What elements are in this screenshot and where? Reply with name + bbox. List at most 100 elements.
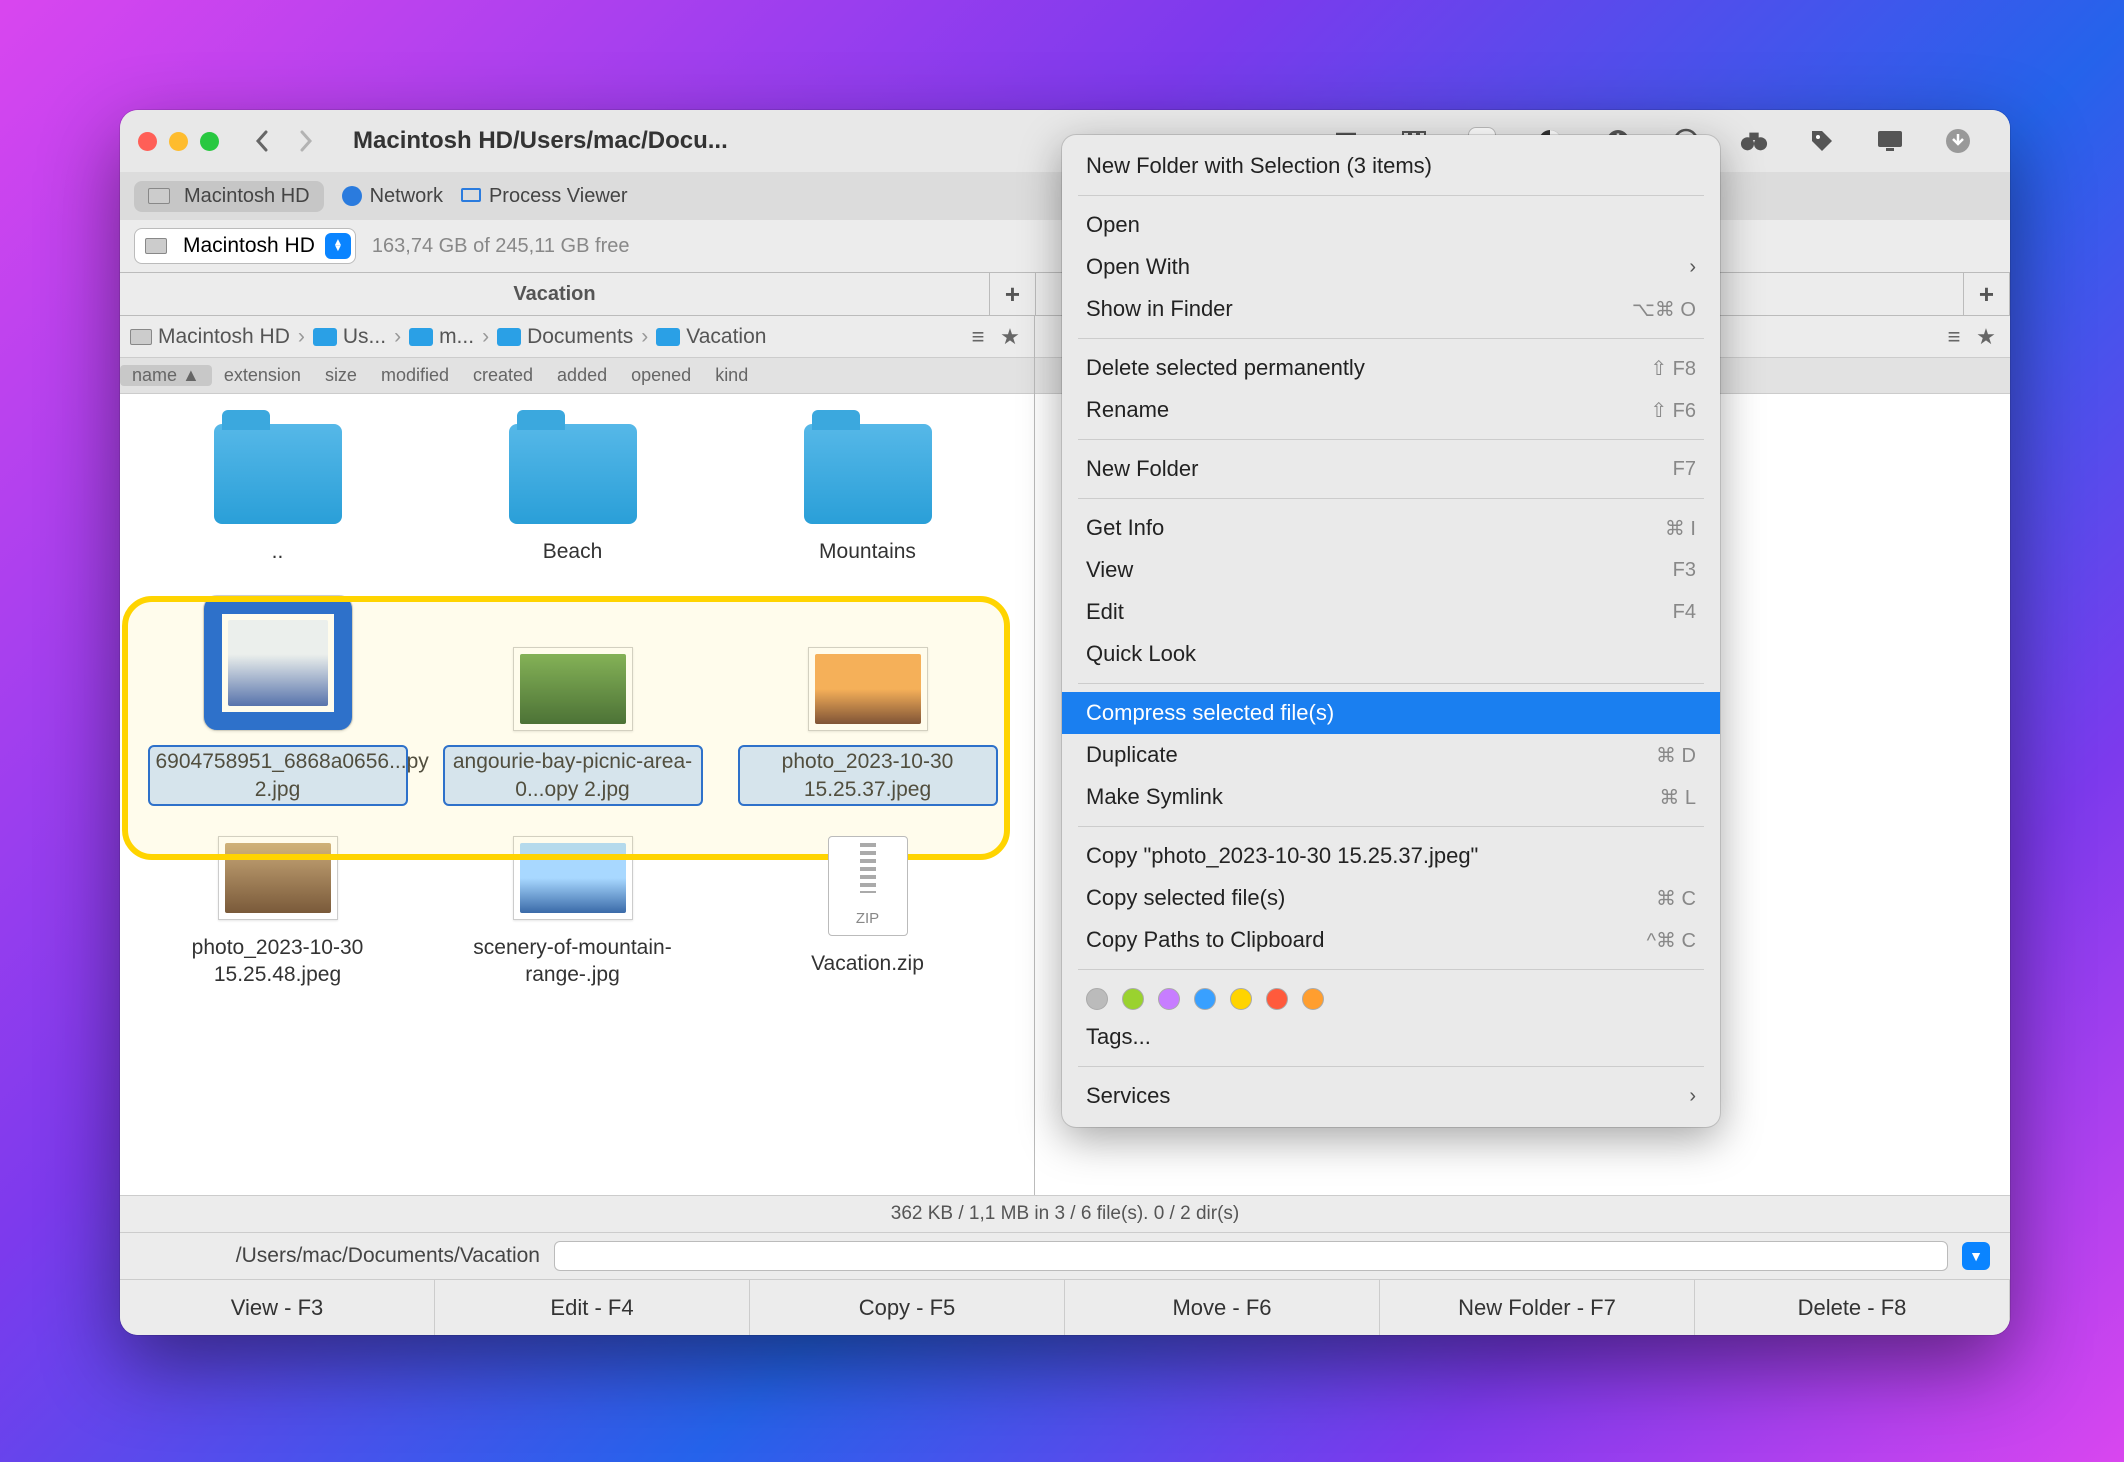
hd-icon — [130, 329, 152, 345]
ctx-item[interactable]: Rename⇧ F6 — [1062, 389, 1720, 431]
maximize-window-button[interactable] — [200, 132, 219, 151]
minimize-window-button[interactable] — [169, 132, 188, 151]
location-hd[interactable]: Macintosh HD — [134, 181, 324, 212]
fn-view[interactable]: View - F3 — [120, 1280, 435, 1335]
image-thumb-icon — [513, 836, 633, 920]
tag-dot[interactable] — [1086, 988, 1108, 1010]
ctx-services[interactable]: Services› — [1062, 1075, 1720, 1117]
ctx-item[interactable]: Make Symlink⌘ L — [1062, 776, 1720, 818]
col-created[interactable]: created — [461, 365, 545, 386]
folder-parent[interactable]: .. — [130, 424, 425, 565]
ctx-item[interactable]: Quick Look — [1062, 633, 1720, 675]
dropdown-icon: ▲▼ — [325, 233, 351, 259]
col-size[interactable]: size — [313, 365, 369, 386]
separator — [1078, 1066, 1704, 1067]
shortcut-label: ⇧ F6 — [1650, 398, 1696, 423]
file-grid[interactable]: .. Beach Mountains — [120, 394, 1034, 1195]
col-name[interactable]: name ▲ — [120, 365, 212, 386]
file-selected-2[interactable]: angourie-bay-picnic-area-0...opy 2.jpg — [425, 647, 720, 806]
ctx-item[interactable]: Copy selected file(s)⌘ C — [1062, 877, 1720, 919]
folder-beach[interactable]: Beach — [425, 424, 720, 565]
tag-dot[interactable] — [1302, 988, 1324, 1010]
nav-back-button[interactable] — [245, 124, 279, 158]
volume-selector[interactable]: Macintosh HD ▲▼ — [134, 228, 356, 264]
tag-dot[interactable] — [1230, 988, 1252, 1010]
shortcut-label: ⇧ F8 — [1650, 356, 1696, 381]
crumb-hd[interactable]: Macintosh HD — [130, 325, 290, 349]
crumb-mac[interactable]: m... — [409, 325, 474, 349]
ctx-item[interactable]: EditF4 — [1062, 591, 1720, 633]
col-kind[interactable]: kind — [703, 365, 760, 386]
location-network[interactable]: Network — [342, 185, 443, 208]
path-field[interactable] — [554, 1241, 1948, 1271]
fn-move[interactable]: Move - F6 — [1065, 1280, 1380, 1335]
ctx-item[interactable]: Delete selected permanently⇧ F8 — [1062, 347, 1720, 389]
favorite-icon[interactable]: ★ — [1972, 323, 2000, 351]
location-process-viewer[interactable]: Process Viewer — [461, 185, 628, 208]
file-scenery[interactable]: scenery-of-mountain-range-.jpg — [425, 836, 720, 989]
separator — [1078, 498, 1704, 499]
close-window-button[interactable] — [138, 132, 157, 151]
ctx-item[interactable]: Duplicate⌘ D — [1062, 734, 1720, 776]
ctx-item[interactable]: Copy Paths to Clipboard^⌘ C — [1062, 919, 1720, 961]
crumb-documents[interactable]: Documents — [497, 325, 633, 349]
nav-forward-button[interactable] — [289, 124, 323, 158]
zip-icon — [828, 836, 908, 936]
tag-dot[interactable] — [1194, 988, 1216, 1010]
shortcut-label: F4 — [1673, 601, 1696, 624]
crumb-users[interactable]: Us... — [313, 325, 386, 349]
tab-vacation-left[interactable]: Vacation — [120, 273, 990, 315]
separator — [1078, 195, 1704, 196]
fn-edit[interactable]: Edit - F4 — [435, 1280, 750, 1335]
folder-icon — [804, 424, 932, 524]
binoculars-icon[interactable] — [1740, 127, 1768, 155]
ctx-item[interactable]: New FolderF7 — [1062, 448, 1720, 490]
file-selected-1[interactable]: 6904758951_6868a0656...py 2.jpg — [130, 595, 425, 806]
shortcut-label: ⌘ L — [1659, 785, 1696, 810]
tag-dot[interactable] — [1122, 988, 1144, 1010]
fn-newfolder[interactable]: New Folder - F7 — [1380, 1280, 1695, 1335]
image-thumb-icon — [513, 647, 633, 731]
ctx-item[interactable]: Show in Finder⌥⌘ O — [1062, 288, 1720, 330]
tag-dot[interactable] — [1266, 988, 1288, 1010]
ctx-item[interactable]: Get Info⌘ I — [1062, 507, 1720, 549]
layout-icon[interactable]: ≡ — [964, 323, 992, 351]
layout-icon[interactable]: ≡ — [1940, 323, 1968, 351]
download-icon[interactable] — [1944, 127, 1972, 155]
context-menu[interactable]: New Folder with Selection (3 items) OpenO… — [1062, 135, 1720, 1127]
tag-dot[interactable] — [1158, 988, 1180, 1010]
ctx-tags[interactable]: Tags... — [1062, 1016, 1720, 1058]
ctx-item[interactable]: Open With› — [1062, 246, 1720, 288]
ctx-item[interactable]: ViewF3 — [1062, 549, 1720, 591]
ctx-item[interactable]: Copy "photo_2023-10-30 15.25.37.jpeg" — [1062, 835, 1720, 877]
tab-add-left[interactable]: + — [990, 273, 1036, 315]
col-opened[interactable]: opened — [619, 365, 703, 386]
file-photo-48[interactable]: photo_2023-10-30 15.25.48.jpeg — [130, 836, 425, 989]
ctx-item[interactable]: Compress selected file(s) — [1062, 692, 1720, 734]
col-extension[interactable]: extension — [212, 365, 313, 386]
tag-icon[interactable] — [1808, 127, 1836, 155]
fn-copy[interactable]: Copy - F5 — [750, 1280, 1065, 1335]
col-added[interactable]: added — [545, 365, 619, 386]
tag-colors — [1062, 978, 1720, 1016]
breadcrumb-left: Macintosh HD › Us... › m... › Documents … — [120, 316, 1034, 358]
file-selected-3[interactable]: photo_2023-10-30 15.25.37.jpeg — [720, 647, 1015, 806]
column-headers-left: name ▲ extension size modified created a… — [120, 358, 1034, 394]
fn-delete[interactable]: Delete - F8 — [1695, 1280, 2010, 1335]
file-vacation-zip[interactable]: Vacation.zip — [720, 836, 1015, 989]
folder-icon — [313, 328, 337, 346]
col-modified[interactable]: modified — [369, 365, 461, 386]
favorite-icon[interactable]: ★ — [996, 323, 1024, 351]
folder-icon — [656, 328, 680, 346]
ctx-item[interactable]: Open — [1062, 204, 1720, 246]
folder-mountains[interactable]: Mountains — [720, 424, 1015, 565]
tab-add-right[interactable]: + — [1964, 273, 2010, 315]
path-history-button[interactable]: ▼ — [1962, 1242, 1990, 1270]
image-preview — [228, 620, 328, 706]
separator — [1078, 439, 1704, 440]
shortcut-label: ⌥⌘ O — [1632, 297, 1696, 322]
ctx-item[interactable]: New Folder with Selection (3 items) — [1062, 145, 1720, 187]
crumb-vacation[interactable]: Vacation — [656, 325, 766, 349]
monitor-icon[interactable] — [1876, 127, 1904, 155]
image-thumb-icon — [218, 836, 338, 920]
